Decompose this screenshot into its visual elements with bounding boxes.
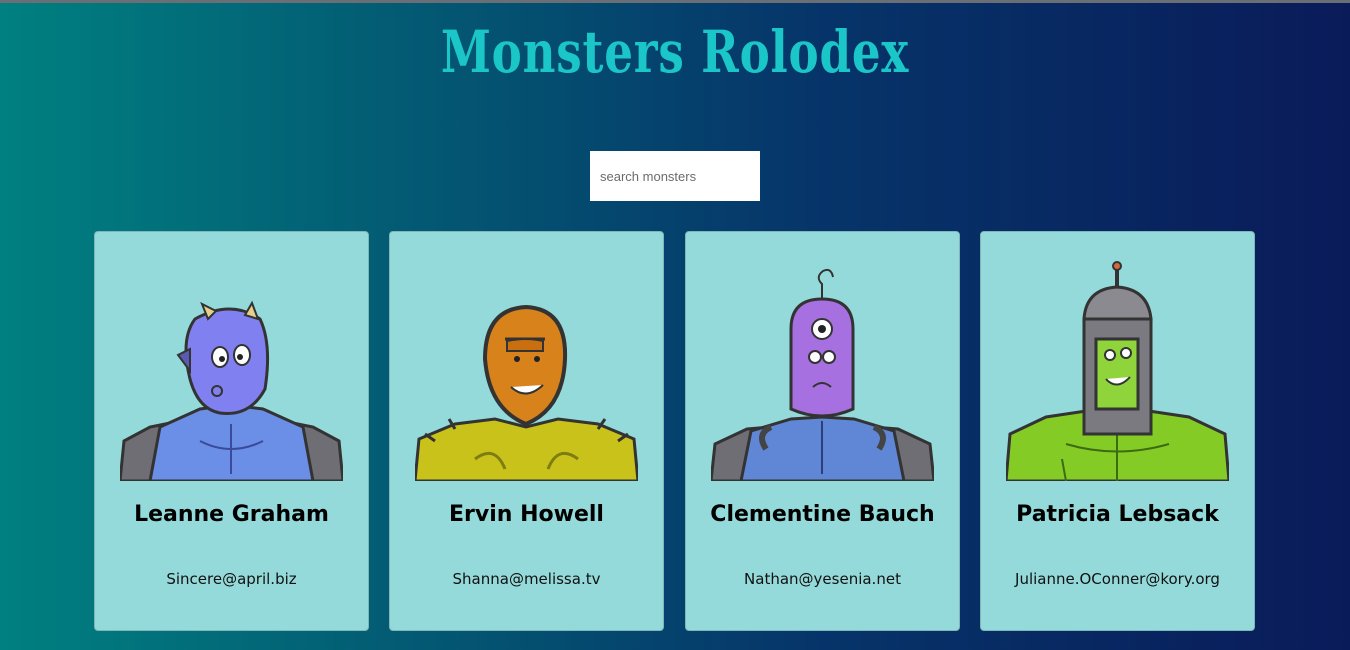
monster-card[interactable]: Clementine Bauch Nathan@yesenia.net xyxy=(685,231,960,631)
search-input[interactable] xyxy=(590,151,760,201)
orange-spiky-monster-icon xyxy=(415,304,638,481)
monster-email: Shanna@melissa.tv xyxy=(452,570,601,588)
monster-card[interactable]: Leanne Graham Sincere@april.biz xyxy=(94,231,369,631)
monster-name: Leanne Graham xyxy=(134,502,329,527)
monster-name: Clementine Bauch xyxy=(710,502,935,527)
monster-name: Patricia Lebsack xyxy=(1016,502,1219,527)
monster-name: Ervin Howell xyxy=(449,502,604,527)
monster-email: Julianne.OConner@kory.org xyxy=(1015,570,1220,588)
monster-card[interactable]: Ervin Howell Shanna@melissa.tv xyxy=(389,231,664,631)
purple-cyclops-robot-monster-icon xyxy=(711,268,934,481)
window-top-border xyxy=(0,0,1350,3)
monster-card[interactable]: Patricia Lebsack Julianne.OConner@kory.o… xyxy=(980,231,1255,631)
monster-email: Sincere@april.biz xyxy=(166,570,297,588)
green-helmet-monster-icon xyxy=(1006,261,1229,481)
monster-email: Nathan@yesenia.net xyxy=(744,570,901,588)
blue-horned-monster-icon xyxy=(120,300,343,481)
page-title: Monsters Rolodex xyxy=(440,18,910,86)
